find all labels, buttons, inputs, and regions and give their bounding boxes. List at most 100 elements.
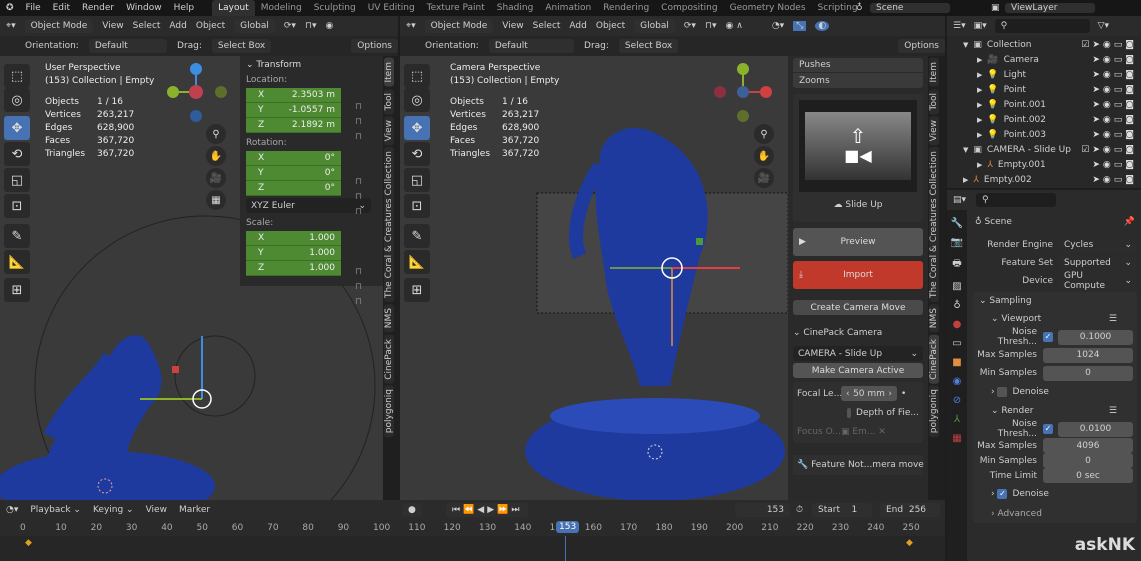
tab-animation[interactable]: Animation <box>539 3 597 13</box>
expand-arrow-icon[interactable]: ▶ <box>977 101 982 109</box>
orientation-dropdown[interactable]: Default <box>88 39 168 53</box>
outliner-item[interactable]: ▶ ⅄ Empty.001 ➤◉▭◙ <box>947 157 1141 172</box>
filter-view-icon[interactable]: ▣▾ <box>974 21 987 31</box>
noise-threshold-checkbox[interactable]: ✓ <box>1043 424 1053 434</box>
zoom-icon[interactable]: ⚲ <box>754 124 774 144</box>
menu-select[interactable]: Select <box>533 21 561 31</box>
camera-view-icon[interactable]: 🎥 <box>206 168 226 188</box>
orientation-dropdown[interactable]: Default <box>488 39 575 53</box>
tab-view[interactable]: View <box>929 115 939 146</box>
visibility-toggles[interactable]: ➤◉▭◙ <box>1092 115 1137 125</box>
viewport-subpanel-header[interactable]: ⌄ Viewport ☰ <box>973 310 1137 328</box>
rotate-tool[interactable]: ⟲ <box>404 142 430 166</box>
tab-sculpting[interactable]: Sculpting <box>308 3 362 13</box>
proportional-icon[interactable]: ◉ <box>326 21 334 31</box>
render-subpanel-header[interactable]: ⌄ Render ☰ <box>973 402 1137 420</box>
outliner-item[interactable]: ▶ 💡 Point.001 ➤◉▭◙ <box>947 97 1141 112</box>
ortho-grid-icon[interactable]: ▦ <box>206 190 226 210</box>
output-tab-icon[interactable]: 🖶 <box>952 256 961 273</box>
annotate-tool[interactable]: ✎ <box>404 224 430 248</box>
visibility-toggles[interactable]: ☑➤◉▭◙ <box>1081 40 1137 50</box>
tab-compositing[interactable]: Compositing <box>655 3 723 13</box>
rotate-tool[interactable]: ⟲ <box>4 142 30 166</box>
tab-view[interactable]: View <box>384 115 394 146</box>
tab-shading[interactable]: Shading <box>491 3 540 13</box>
location-y[interactable]: Y -1.0557 m <box>246 103 341 118</box>
data-tab-icon[interactable]: ⅄ <box>954 414 960 425</box>
tab-tool[interactable]: Tool <box>384 88 394 114</box>
snap-icon[interactable]: ⊓▾ <box>705 21 717 31</box>
tab-polygoniq[interactable]: polygoniq <box>384 385 394 438</box>
outliner-item[interactable]: ▶ 🎥 Camera ➤◉▭◙ <box>947 52 1141 67</box>
zoom-icon[interactable]: ⚲ <box>206 124 226 144</box>
outliner-item[interactable]: ▶ 💡 Point ➤◉▭◙ <box>947 82 1141 97</box>
camera-dropdown[interactable]: CAMERA - Slide Up ⌄ <box>793 346 923 361</box>
view-layer-tab-icon[interactable]: ▨ <box>952 281 961 292</box>
max-samples-field[interactable]: 4096 <box>1043 438 1133 453</box>
presets-icon[interactable]: ☰ <box>1109 314 1117 324</box>
transform-header[interactable]: ⌄ Transform <box>246 60 377 70</box>
annotate-tool[interactable]: ✎ <box>4 224 30 248</box>
move-tool[interactable]: ✥ <box>4 116 30 140</box>
editor-type-icon[interactable]: ◔▾ <box>6 505 18 515</box>
end-frame-field[interactable]: End 256 <box>880 503 940 517</box>
pivot-icon[interactable]: ⟳▾ <box>684 21 696 31</box>
scale-y[interactable]: Y 1.000 <box>246 246 341 261</box>
tab-nms[interactable]: NMS <box>929 304 939 333</box>
mode-selector[interactable]: Object Mode <box>24 19 94 33</box>
tab-modeling[interactable]: Modeling <box>255 3 308 13</box>
playhead-line[interactable] <box>565 536 566 561</box>
current-frame-indicator[interactable]: 153 <box>556 521 580 533</box>
visibility-toggles[interactable]: ➤◉▭◙ <box>1092 175 1137 185</box>
expand-arrow-icon[interactable]: ▶ <box>977 71 982 79</box>
tab-rendering[interactable]: Rendering <box>597 3 655 13</box>
tab-texture-paint[interactable]: Texture Paint <box>421 3 491 13</box>
min-samples-field[interactable]: 0 <box>1043 365 1133 381</box>
playback-controls[interactable]: ⏮⏪◀▶⏩⏭ <box>446 503 529 517</box>
import-button[interactable]: ⤓ Import <box>793 261 923 289</box>
menu-add[interactable]: Add <box>169 21 186 31</box>
tab-cinepack[interactable]: CinePack <box>929 334 939 384</box>
current-frame-field[interactable]: 153 <box>735 503 790 517</box>
scale-tool[interactable]: ◱ <box>4 168 30 192</box>
presets-icon[interactable]: ☰ <box>1109 406 1117 416</box>
record-button[interactable]: ● <box>402 503 422 517</box>
menu-window[interactable]: Window <box>120 3 168 13</box>
rotation-x[interactable]: X 0° <box>246 151 341 166</box>
outliner-item[interactable]: ▶ ⅄ Empty.002 ➤◉▭◙ <box>947 172 1141 187</box>
visibility-toggles[interactable]: ➤◉▭◙ <box>1092 55 1137 65</box>
noise-threshold-field[interactable]: 0.0100 <box>1058 421 1133 437</box>
options-dropdown[interactable]: Options <box>351 39 398 53</box>
depth-of-field-checkbox[interactable]: Depth of Fie... <box>797 405 919 420</box>
select-box-tool[interactable]: ⬚ <box>4 64 30 88</box>
create-camera-move-button[interactable]: Create Camera Move <box>793 300 923 315</box>
move-tool[interactable]: ✥ <box>404 116 430 140</box>
expand-arrow-icon[interactable]: ▶ <box>963 176 968 184</box>
noise-threshold-field[interactable]: 0.1000 <box>1058 329 1133 345</box>
properties-search[interactable]: ⚲ <box>976 193 1057 207</box>
tab-coral-creatures[interactable]: The Coral & Creatures Collection <box>929 147 939 303</box>
expand-arrow-icon[interactable]: ▶ <box>977 56 982 64</box>
scale-z[interactable]: Z 1.000 <box>246 261 341 276</box>
options-dropdown[interactable]: Options <box>898 39 945 53</box>
overlay-icon[interactable]: ◐ <box>815 21 830 31</box>
outliner-item[interactable]: ▶ 💡 Point.002 ➤◉▭◙ <box>947 112 1141 127</box>
visibility-toggles[interactable]: ➤◉▭◙ <box>1092 160 1137 170</box>
menu-keying[interactable]: Keying ⌄ <box>93 505 134 515</box>
texture-tab-icon[interactable]: ▦ <box>952 433 961 444</box>
menu-select[interactable]: Select <box>133 21 161 31</box>
pan-hand-icon[interactable]: ✋ <box>754 146 774 166</box>
keyframe-marker[interactable]: ◆ <box>25 538 32 548</box>
cinepack-camera-header[interactable]: ⌄ CinePack Camera <box>793 325 923 340</box>
navigation-gizmo[interactable] <box>163 62 233 122</box>
menu-playback[interactable]: Playback ⌄ <box>30 505 81 515</box>
editor-type-icon[interactable]: ▤▾ <box>953 195 966 205</box>
cursor-tool[interactable]: ◎ <box>404 88 430 112</box>
view-layer-selector[interactable]: ViewLayer <box>1005 3 1095 13</box>
left-viewport[interactable]: ⬚ ◎ ✥ ⟲ ◱ ⊡ ✎ 📐 ⊞ User Perspective (153)… <box>0 56 383 500</box>
render-engine-dropdown[interactable]: Cycles ⌄ <box>1059 237 1137 253</box>
navigation-gizmo[interactable] <box>710 62 780 122</box>
expand-arrow-icon[interactable]: ▶ <box>977 131 982 139</box>
render-tab-icon[interactable]: 📷 <box>951 237 963 248</box>
transform-tool[interactable]: ⊡ <box>404 194 430 218</box>
